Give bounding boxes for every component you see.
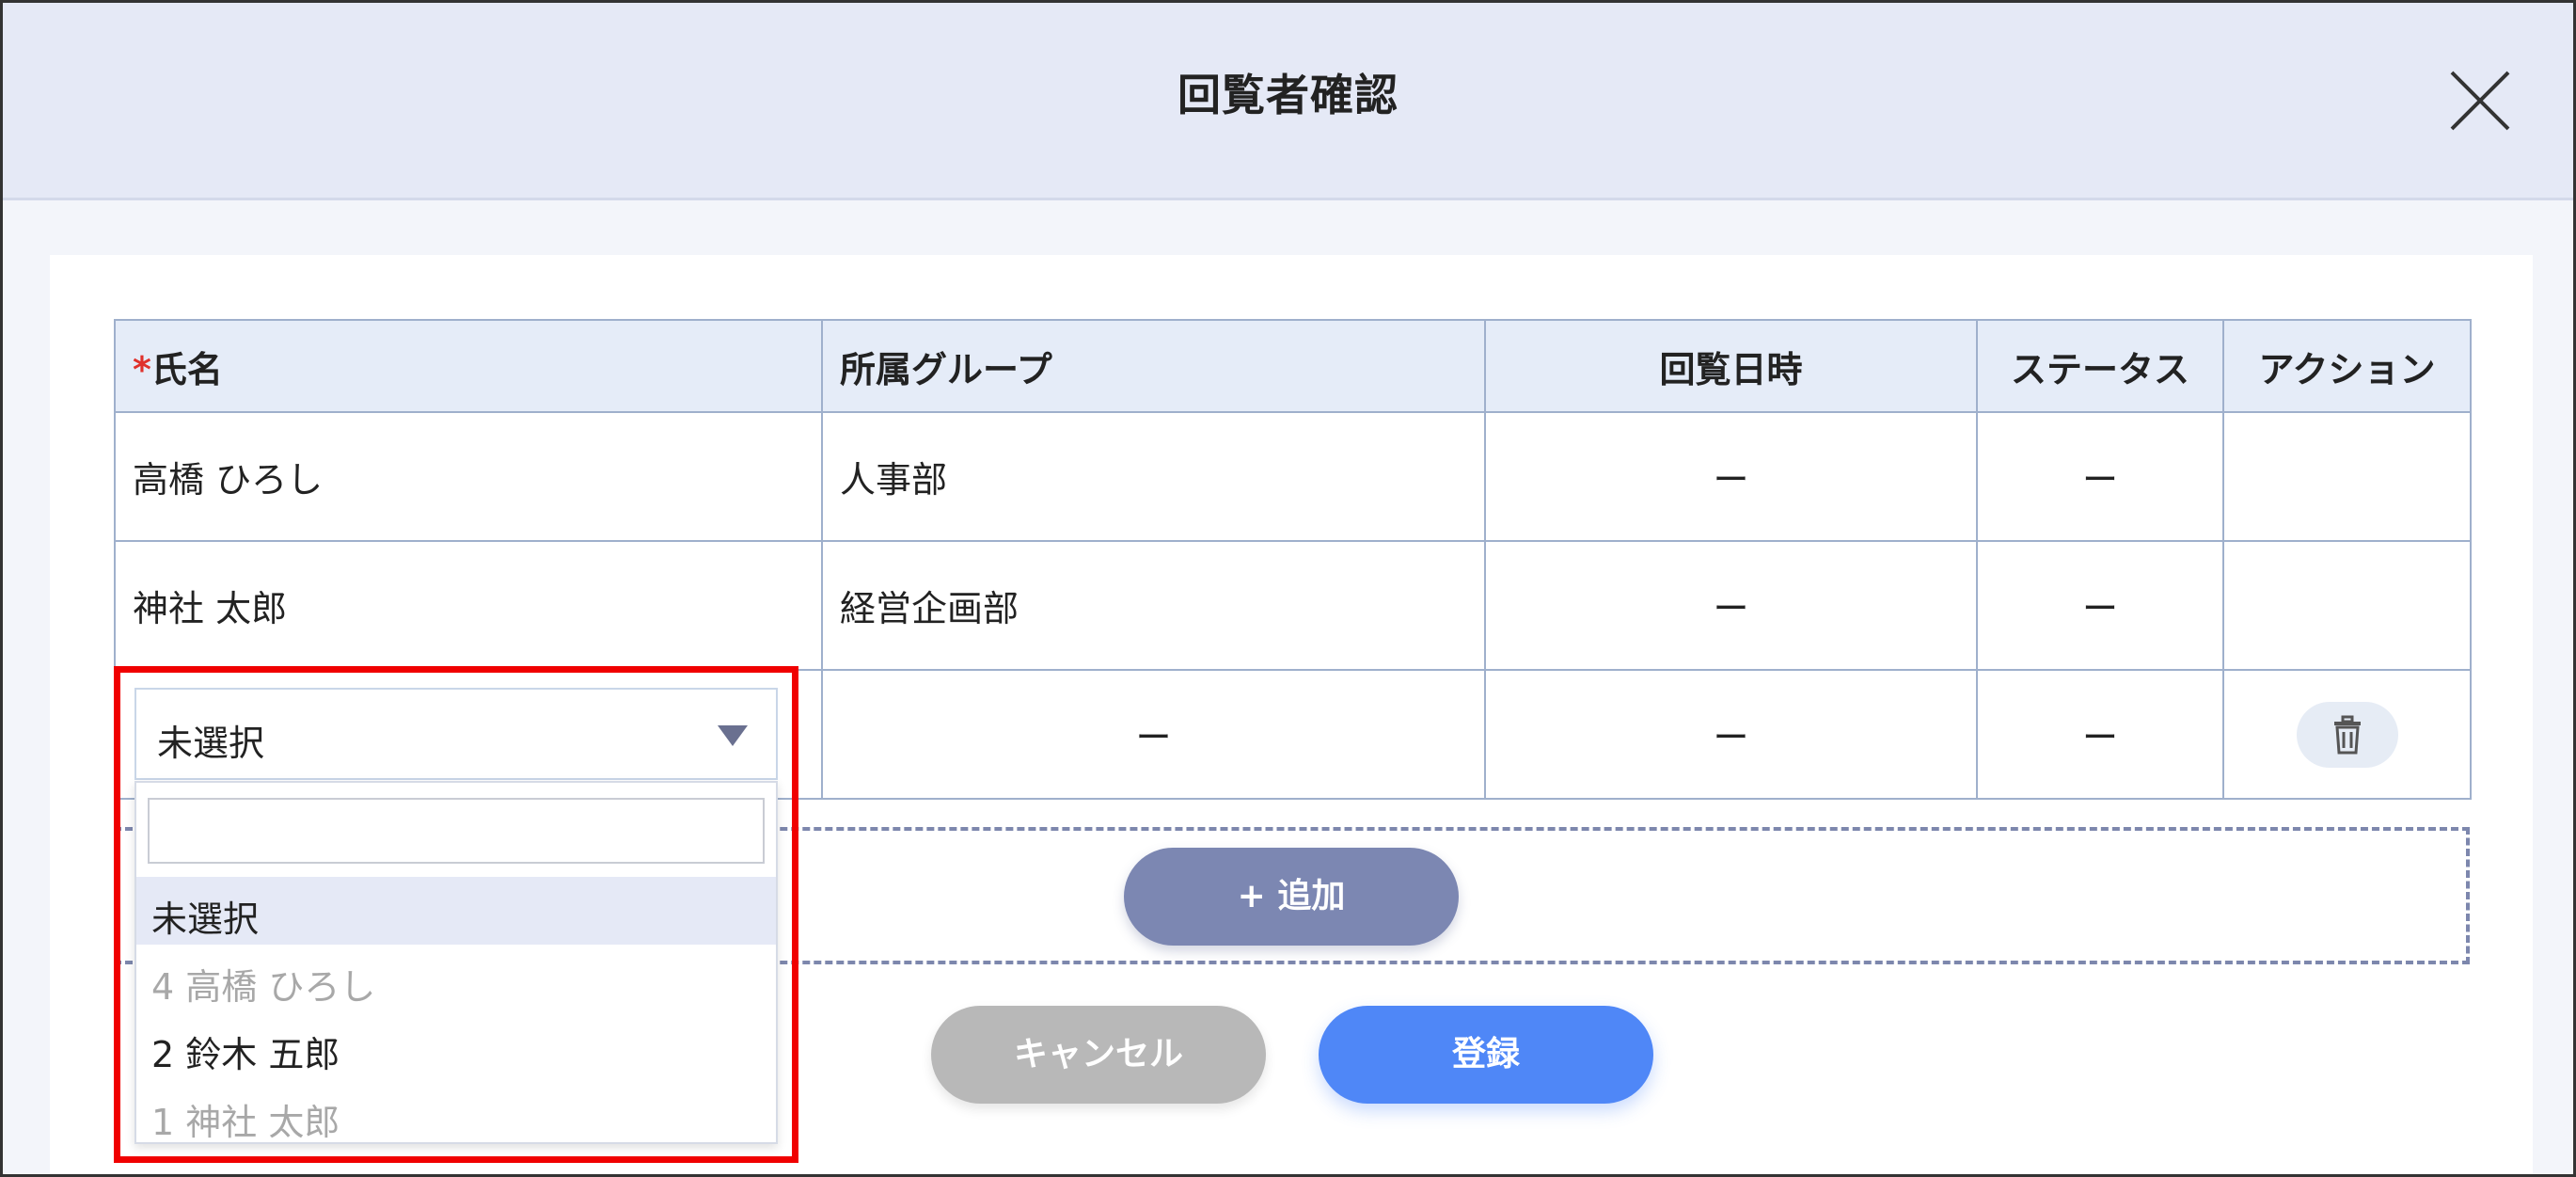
dialog-title: 回覧者確認 (1177, 70, 1399, 120)
cell-status: ー (1976, 540, 2224, 671)
cell-action (2222, 669, 2472, 800)
cell-datetime: ー (1484, 669, 1978, 800)
add-button[interactable]: + 追加 (1124, 848, 1459, 946)
dropdown-search-input[interactable] (148, 798, 765, 864)
cell-group: 経営企画部 (821, 540, 1486, 671)
table-row: 神社 太郎 経営企画部 ー ー (114, 540, 2472, 671)
trash-icon (2333, 715, 2361, 754)
cell-datetime: ー (1484, 411, 1978, 542)
close-icon (2450, 71, 2510, 131)
table-header-row: *氏名 所属グループ 回覧日時 ステータス アクション (114, 319, 2472, 413)
column-header-name: *氏名 (114, 319, 823, 413)
table-row: 高橋 ひろし 人事部 ー ー (114, 411, 2472, 542)
delete-row-button[interactable] (2296, 701, 2398, 768)
cell-status: ー (1976, 669, 2224, 800)
reviewer-select[interactable]: 未選択 (134, 688, 778, 780)
column-header-name-label: 氏名 (150, 348, 223, 390)
cell-action (2222, 540, 2472, 671)
dialog-window: 回覧者確認 *氏名 所属グループ 回覧日時 ステータス アクション 高橋 ひろし (0, 0, 2576, 1177)
dropdown-option[interactable]: 未選択 (136, 877, 776, 945)
cell-group: 人事部 (821, 411, 1486, 542)
cell-datetime: ー (1484, 540, 1978, 671)
dialog-header: 回覧者確認 (3, 3, 2573, 200)
dropdown-option: 4 高橋 ひろし (151, 966, 376, 1008)
close-button[interactable] (2444, 65, 2516, 136)
cell-name: 高橋 ひろし (114, 411, 823, 542)
select-value: 未選択 (157, 723, 265, 764)
cancel-button[interactable]: キャンセル (931, 1006, 1266, 1104)
cell-name: 神社 太郎 (114, 540, 823, 671)
cell-group: ー (821, 669, 1486, 800)
cell-action (2222, 411, 2472, 542)
dropdown-option: 1 神社 太郎 (151, 1102, 340, 1143)
column-header-action: アクション (2222, 319, 2472, 413)
dropdown-option[interactable]: 2 鈴木 五郎 (136, 1012, 776, 1080)
register-button[interactable]: 登録 (1319, 1006, 1653, 1104)
column-header-group: 所属グループ (821, 319, 1486, 413)
column-header-status: ステータス (1976, 319, 2224, 413)
required-mark: * (133, 348, 151, 390)
column-header-datetime: 回覧日時 (1484, 319, 1978, 413)
cell-status: ー (1976, 411, 2224, 542)
triangle-down-icon (718, 725, 748, 746)
select-dropdown: 未選択 4 高橋 ひろし 2 鈴木 五郎 1 神社 太郎 (134, 781, 778, 1144)
